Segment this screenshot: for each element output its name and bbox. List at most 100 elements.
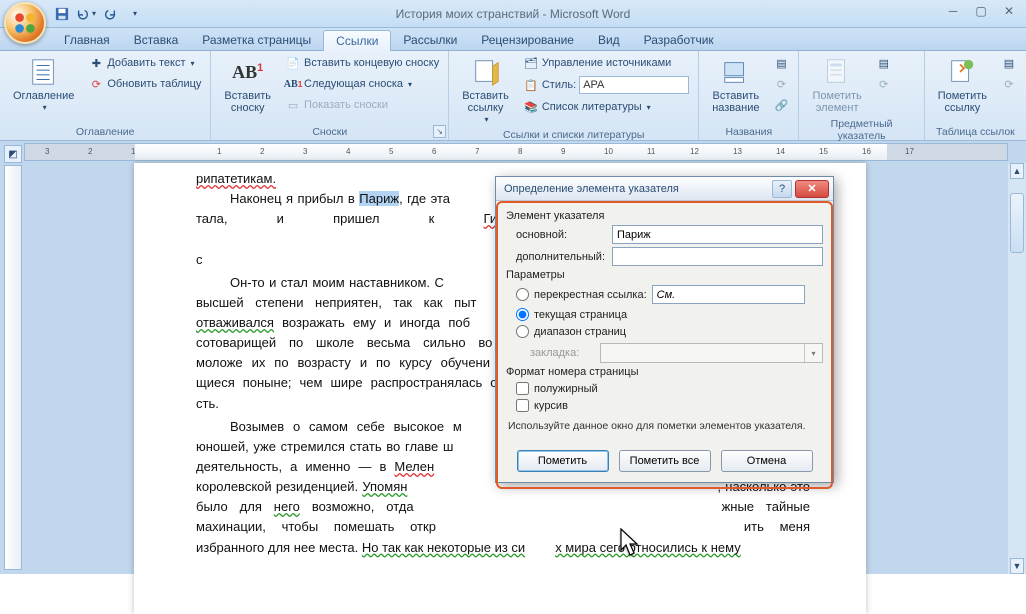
insert-toa-button[interactable]: ▤ [998,53,1020,73]
bold-label: полужирный [534,383,598,395]
dialog-help-button[interactable]: ? [772,180,792,198]
redo-icon[interactable] [100,4,120,24]
tab-developer[interactable]: Разработчик [632,30,726,50]
section-format-label: Формат номера страницы [506,366,823,378]
update-toa-icon: ⟳ [1001,76,1017,92]
insert-caption-button[interactable]: Вставить название [705,53,766,117]
current-page-radio[interactable] [516,308,529,321]
bookmark-label: закладка: [520,347,594,359]
mark-entry-button[interactable]: Пометить элемент [805,53,868,117]
page-range-radio[interactable] [516,325,529,338]
minimize-button[interactable]: ─ [940,2,966,20]
tab-page-layout[interactable]: Разметка страницы [190,30,323,50]
mark-button[interactable]: Пометить [517,450,609,472]
italic-label: курсив [534,400,568,412]
sub-entry-label: дополнительный: [506,251,606,263]
group-captions: Вставить название ▤ ⟳ 🔗 Названия [699,51,799,140]
office-button[interactable] [4,2,46,44]
group-toc: Оглавление ▾ ✚Добавить текст▾ ⟳Обновить … [0,51,211,140]
group-toa: Пометить ссылку ▤ ⟳ Таблица ссылок [925,51,1026,140]
citation-label: Вставить ссылку [462,90,509,114]
chevron-down-icon: ▾ [804,344,822,362]
cross-ref-radio-row: перекрестная ссылка: [506,283,823,306]
page-range-label: диапазон страниц [534,326,626,338]
undo-icon[interactable]: ▾ [76,4,96,24]
next-footnote-label: Следующая сноска [304,78,403,90]
show-footnotes-icon: ▭ [285,97,301,113]
mark-entry-icon [821,56,853,88]
scroll-up-icon[interactable]: ▲ [1010,163,1024,179]
group-footnotes: AB1 Вставить сноску 📄Вставить концевую с… [211,51,449,140]
insert-footnote-button[interactable]: AB1 Вставить сноску [217,53,278,117]
current-page-label: текущая страница [534,309,627,321]
italic-checkbox[interactable] [516,399,529,412]
show-footnotes-button[interactable]: ▭Показать сноски [282,95,442,115]
cross-ref-radio[interactable] [516,288,529,301]
tab-review[interactable]: Рецензирование [469,30,586,50]
tab-insert[interactable]: Вставка [122,30,191,50]
qat-customize-icon[interactable]: ▾ [124,4,144,24]
update-toa-button[interactable]: ⟳ [998,74,1020,94]
toc-icon [28,56,60,88]
update-toc-label: Обновить таблицу [107,78,201,90]
insert-index-button[interactable]: ▤ [873,53,895,73]
mark-citation-icon [946,56,978,88]
insert-endnote-button[interactable]: 📄Вставить концевую сноску [282,53,442,73]
scroll-down-icon[interactable]: ▼ [1010,558,1024,574]
bibliography-button[interactable]: 📚Список литературы▾ [520,97,692,117]
mark-citation-label: Пометить ссылку [938,90,987,114]
section-entry-label: Элемент указателя [506,210,823,222]
insert-index-icon: ▤ [876,55,892,71]
main-entry-label: основной: [506,229,606,241]
cancel-button[interactable]: Отмена [721,450,813,472]
tab-view[interactable]: Вид [586,30,632,50]
add-text-button[interactable]: ✚Добавить текст▾ [85,53,204,73]
dialog-close-button[interactable]: ✕ [795,180,829,198]
vertical-ruler[interactable] [4,165,22,570]
maximize-button[interactable]: ▢ [968,2,994,20]
group-citations: Вставить ссылку▾ 🗂Управление источниками… [449,51,699,140]
scroll-thumb[interactable] [1010,193,1024,253]
cross-ref-button[interactable]: 🔗 [770,95,792,115]
manage-sources-button[interactable]: 🗂Управление источниками [520,53,692,73]
section-params-label: Параметры [506,269,823,281]
group-toa-label: Таблица ссылок [931,125,1020,140]
group-footnotes-label: Сноски [217,125,442,140]
update-index-button[interactable]: ⟳ [873,74,895,94]
horizontal-ruler[interactable]: 3211234567891011121314151617 [24,143,1008,161]
tab-references[interactable]: Ссылки [323,30,391,51]
bookmark-combo[interactable]: ▾ [600,343,823,363]
vertical-scrollbar[interactable]: ▲ ▼ [1008,163,1026,574]
tab-mailings[interactable]: Рассылки [391,30,469,50]
dialog-titlebar[interactable]: Определение элемента указателя ? ✕ [496,177,833,201]
bold-checkbox[interactable] [516,382,529,395]
save-icon[interactable] [52,4,72,24]
sub-entry-input[interactable] [612,247,823,266]
mark-all-button[interactable]: Пометить все [619,450,711,472]
insert-citation-button[interactable]: Вставить ссылку▾ [455,53,516,128]
quick-access-toolbar: ▾ ▾ [52,4,144,24]
insert-tof-button[interactable]: ▤ [770,53,792,73]
update-icon: ⟳ [88,76,104,92]
citation-style-select[interactable] [579,76,689,94]
close-button[interactable]: ✕ [996,2,1022,20]
next-footnote-button[interactable]: AB1Следующая сноска▾ [282,74,442,94]
footnotes-dialog-launcher[interactable]: ↘ [433,125,446,138]
style-icon: 📋 [523,77,539,93]
manage-sources-label: Управление источниками [542,57,671,69]
title-bar: ▾ ▾ История моих странствий - Microsoft … [0,0,1026,28]
main-entry-input[interactable] [612,225,823,244]
update-toc-button[interactable]: ⟳Обновить таблицу [85,74,204,94]
bibliography-icon: 📚 [523,99,539,115]
endnote-label: Вставить концевую сноску [304,57,439,69]
dialog-hint: Используйте данное окно для пометки элем… [506,414,823,434]
current-page-radio-row: текущая страница [506,306,823,323]
toc-button[interactable]: Оглавление ▾ [6,53,81,116]
ruler-toggle[interactable]: ◩ [4,145,22,163]
cross-ref-input[interactable] [652,285,805,304]
mark-citation-button[interactable]: Пометить ссылку [931,53,994,117]
update-tof-button[interactable]: ⟳ [770,74,792,94]
update-tof-icon: ⟳ [773,76,789,92]
dialog-buttons: Пометить Пометить все Отмена [496,442,833,482]
tab-home[interactable]: Главная [52,30,122,50]
